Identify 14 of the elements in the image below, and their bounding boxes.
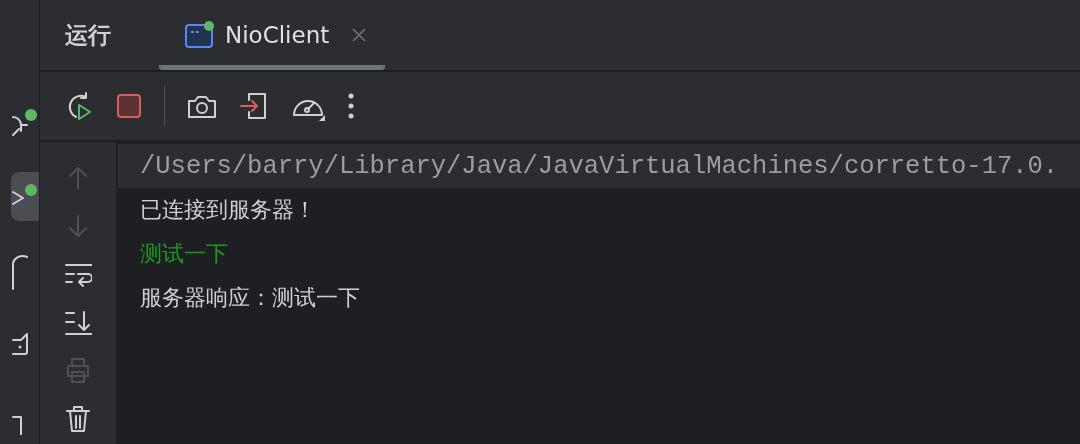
scroll-to-end-icon[interactable]: [64, 308, 92, 336]
camera-icon[interactable]: [187, 93, 217, 119]
stop-icon[interactable]: [116, 93, 142, 119]
trash-icon[interactable]: [64, 404, 92, 432]
more-icon[interactable]: [347, 92, 355, 120]
exit-arrow-icon[interactable]: [239, 92, 269, 120]
output-text: 服务器响应：测试一下: [140, 284, 360, 312]
input-text: 测试一下: [140, 240, 228, 268]
run-tab[interactable]: NioClient: [159, 0, 386, 70]
panel-title: 运行: [65, 20, 111, 50]
window-icon: [185, 21, 215, 49]
close-icon[interactable]: [351, 27, 368, 43]
output-text: 已连接到服务器！: [140, 196, 316, 224]
command-text: /Users/barry/Library/Java/JavaVirtualMachines/corretto-17.0.: [140, 151, 1059, 181]
